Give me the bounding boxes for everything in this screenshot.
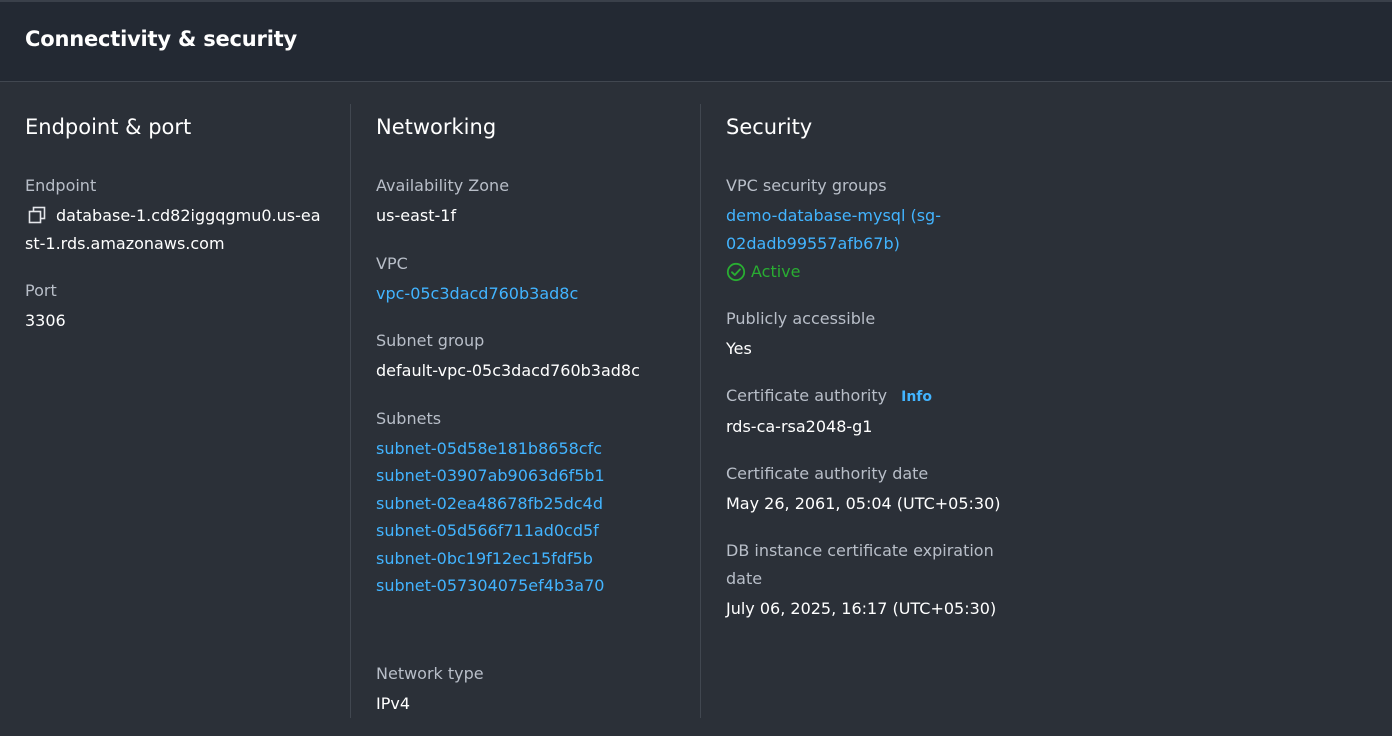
- db-cert-expiration-label-line1: DB instance certificate expiration: [726, 541, 994, 560]
- availability-zone-label: Availability Zone: [376, 176, 510, 195]
- port-field: Port 3306: [25, 277, 66, 335]
- info-link[interactable]: Info: [901, 389, 932, 405]
- networking-column: Networking Availability Zone us-east-1f …: [350, 104, 701, 718]
- security-group-link-line2: 02dadb99557afb67b): [726, 234, 900, 253]
- vpc-link[interactable]: vpc-05c3dacd760b3ad8c: [376, 280, 578, 308]
- availability-zone-value: us-east-1f: [376, 206, 457, 225]
- certificate-authority-date-value: May 26, 2061, 05:04 (UTC+05:30): [726, 494, 1001, 513]
- networking-heading: Networking: [376, 115, 497, 139]
- network-type-value: IPv4: [376, 694, 411, 713]
- endpoint-port-column: Endpoint & port Endpoint database-1.cd82…: [25, 104, 325, 718]
- subnet-link[interactable]: subnet-03907ab9063d6f5b1: [376, 462, 605, 489]
- subnet-group-label: Subnet group: [376, 331, 485, 350]
- subnets-field: Subnets subnet-05d58e181b8658cfc subnet-…: [376, 405, 605, 599]
- endpoint-field: Endpoint database-1.cd82iggqgmu0.us-east…: [25, 172, 325, 258]
- certificate-authority-label: Certificate authority: [726, 386, 888, 405]
- endpoint-label: Endpoint: [25, 176, 97, 195]
- certificate-authority-label-row: Certificate authority Info: [726, 382, 932, 411]
- db-cert-expiration-label: DB instance certificate expiration date: [726, 537, 996, 593]
- certificate-authority-date-field: Certificate authority date May 26, 2061,…: [726, 460, 1001, 518]
- copy-icon[interactable]: [28, 206, 46, 224]
- publicly-accessible-field: Publicly accessible Yes: [726, 305, 875, 363]
- panel-title: Connectivity & security: [25, 27, 298, 51]
- db-cert-expiration-label-line2: date: [726, 569, 763, 588]
- security-groups-field: VPC security groups demo-database-mysql …: [726, 172, 941, 286]
- vpc-field: VPC vpc-05c3dacd760b3ad8c: [376, 250, 578, 308]
- subnet-link[interactable]: subnet-05d566f711ad0cd5f: [376, 517, 605, 544]
- endpoint-port-heading: Endpoint & port: [25, 115, 192, 139]
- db-cert-expiration-value: July 06, 2025, 16:17 (UTC+05:30): [726, 599, 997, 618]
- security-group-status: Active: [726, 258, 941, 286]
- subnet-link[interactable]: subnet-057304075ef4b3a70: [376, 572, 605, 599]
- network-type-label: Network type: [376, 664, 484, 683]
- endpoint-value: database-1.cd82iggqgmu0.us-east-1.rds.am…: [25, 206, 321, 253]
- subnets-label: Subnets: [376, 409, 442, 428]
- publicly-accessible-value: Yes: [726, 339, 752, 358]
- security-groups-label: VPC security groups: [726, 176, 887, 195]
- endpoint-value-wrap: database-1.cd82iggqgmu0.us-east-1.rds.am…: [25, 202, 325, 258]
- security-column: Security VPC security groups demo-databa…: [700, 104, 1051, 718]
- db-cert-expiration-field: DB instance certificate expiration date …: [726, 537, 996, 623]
- port-label: Port: [25, 281, 57, 300]
- security-group-link-line1: demo-database-mysql (sg-: [726, 206, 941, 225]
- panel-header: Connectivity & security: [0, 0, 1392, 82]
- availability-zone-field: Availability Zone us-east-1f: [376, 172, 509, 230]
- check-circle-icon: [726, 262, 746, 282]
- subnet-link[interactable]: subnet-05d58e181b8658cfc: [376, 435, 605, 462]
- vpc-label: VPC: [376, 254, 408, 273]
- certificate-authority-date-label: Certificate authority date: [726, 464, 929, 483]
- connectivity-security-panel: Connectivity & security Endpoint & port …: [0, 0, 1392, 736]
- certificate-authority-value: rds-ca-rsa2048-g1: [726, 417, 873, 436]
- subnet-link[interactable]: subnet-0bc19f12ec15fdf5b: [376, 545, 605, 572]
- security-heading: Security: [726, 115, 813, 139]
- status-text: Active: [751, 262, 801, 281]
- publicly-accessible-label: Publicly accessible: [726, 309, 876, 328]
- subnet-group-field: Subnet group default-vpc-05c3dacd760b3ad…: [376, 327, 640, 385]
- subnet-group-value: default-vpc-05c3dacd760b3ad8c: [376, 361, 640, 380]
- network-type-field: Network type IPv4: [376, 660, 484, 718]
- security-group-link[interactable]: demo-database-mysql (sg- 02dadb99557afb6…: [726, 202, 941, 258]
- certificate-authority-field: Certificate authority Info rds-ca-rsa2048…: [726, 382, 932, 441]
- subnet-link[interactable]: subnet-02ea48678fb25dc4d: [376, 490, 605, 517]
- port-value: 3306: [25, 311, 66, 330]
- subnets-list: subnet-05d58e181b8658cfc subnet-03907ab9…: [376, 435, 605, 599]
